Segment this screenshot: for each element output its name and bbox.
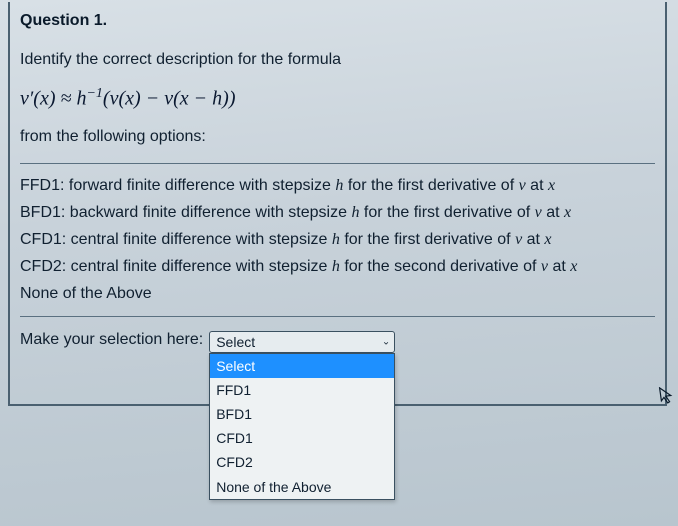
select-current-value: Select — [216, 334, 255, 350]
dropdown-option-bfd1[interactable]: BFD1 — [210, 402, 394, 426]
prompt-after: from the following options: — [20, 125, 655, 149]
cursor-icon — [658, 385, 675, 410]
option-cfd2: CFD2: central finite difference with ste… — [20, 253, 655, 280]
dropdown-option-none[interactable]: None of the Above — [210, 475, 394, 499]
question-title: Question 1. — [20, 12, 655, 30]
screen: Question 1. Identify the correct descrip… — [0, 0, 678, 526]
chevron-down-icon: ⌄ — [382, 336, 390, 347]
selection-row: Make your selection here: Select ⌄ Selec… — [20, 331, 655, 363]
answer-select[interactable]: Select ⌄ — [209, 331, 395, 353]
formula: v′(x) ≈ h−1(v(x) − v(x − h)) — [20, 86, 655, 111]
option-cfd1: CFD1: central finite difference with ste… — [20, 226, 655, 253]
options-block: FFD1: forward finite difference with ste… — [20, 163, 655, 317]
prompt-intro: Identify the correct description for the… — [20, 48, 655, 72]
question-box: Question 1. Identify the correct descrip… — [8, 2, 667, 406]
option-bfd1: BFD1: backward finite difference with st… — [20, 199, 655, 226]
dropdown-option-ffd1[interactable]: FFD1 — [210, 378, 394, 402]
option-ffd1: FFD1: forward finite difference with ste… — [20, 172, 655, 199]
dropdown-option-cfd2[interactable]: CFD2 — [210, 450, 394, 474]
selection-label: Make your selection here: — [20, 331, 203, 349]
answer-dropdown: Select FFD1 BFD1 CFD1 CFD2 None of the A… — [209, 353, 395, 500]
dropdown-option-cfd1[interactable]: CFD1 — [210, 426, 394, 450]
dropdown-option-select[interactable]: Select — [210, 354, 394, 378]
option-none: None of the Above — [20, 280, 655, 307]
